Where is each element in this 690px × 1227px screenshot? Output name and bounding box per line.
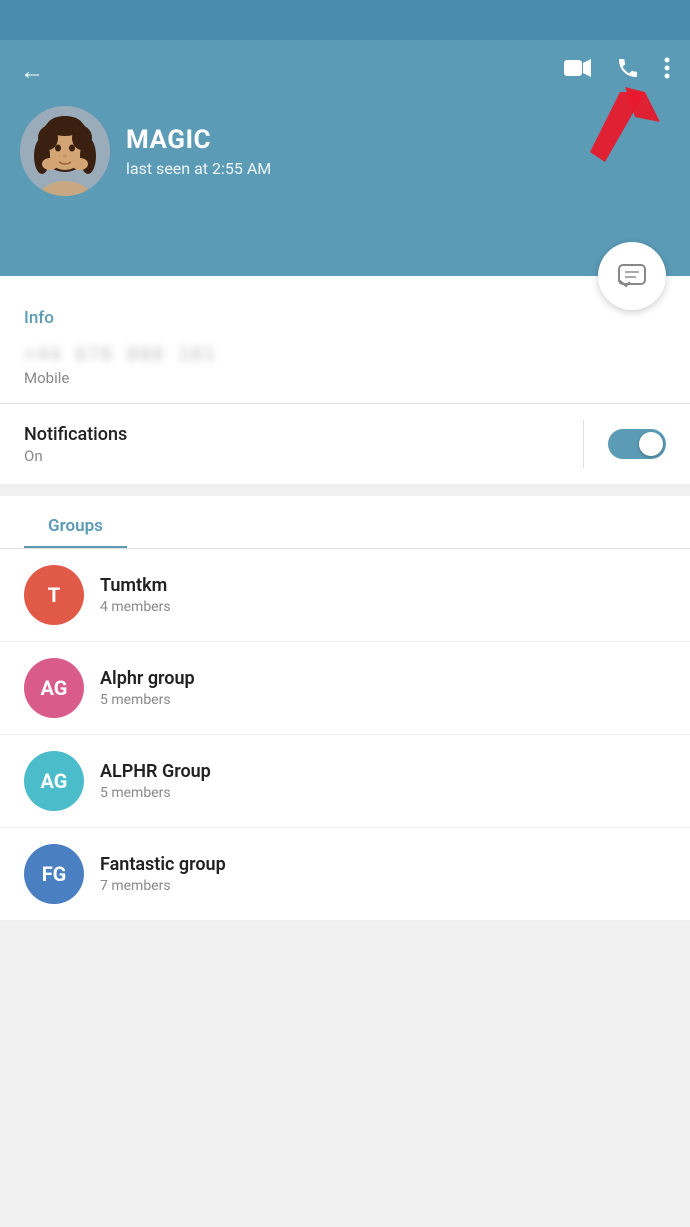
info-label: Info xyxy=(24,308,666,328)
group-members: 7 members xyxy=(100,878,666,894)
notifications-left: Notifications On xyxy=(24,424,583,465)
profile-info: MAGIC last seen at 2:55 AM xyxy=(126,125,670,178)
groups-section: Groups T Tumtkm 4 members AG Alphr group… xyxy=(0,496,690,921)
phone-number: +44 676 808 181 xyxy=(24,344,666,365)
more-options-icon[interactable] xyxy=(664,56,670,86)
group-name: Alphr group xyxy=(100,668,666,689)
group-info: Alphr group 5 members xyxy=(100,668,666,708)
section-divider xyxy=(0,484,690,496)
group-members: 5 members xyxy=(100,692,666,708)
message-fab[interactable] xyxy=(598,242,666,310)
content: Info +44 676 808 181 Mobile Notification… xyxy=(0,276,690,921)
group-avatar: T xyxy=(24,565,84,625)
group-item[interactable]: T Tumtkm 4 members xyxy=(0,549,690,642)
video-call-icon[interactable] xyxy=(564,57,592,85)
profile-status: last seen at 2:55 AM xyxy=(126,159,670,178)
group-avatar: FG xyxy=(24,844,84,904)
back-button[interactable]: ← xyxy=(20,57,44,86)
profile-name: MAGIC xyxy=(126,125,670,155)
group-avatar: AG xyxy=(24,751,84,811)
groups-list: T Tumtkm 4 members AG Alphr group 5 memb… xyxy=(0,549,690,921)
group-item[interactable]: AG ALPHR Group 5 members xyxy=(0,735,690,828)
group-name: Tumtkm xyxy=(100,575,666,596)
notifications-title: Notifications xyxy=(24,424,583,445)
groups-label: Groups xyxy=(48,516,103,546)
status-bar xyxy=(0,0,690,40)
profile-section: MAGIC last seen at 2:55 AM xyxy=(20,106,670,196)
header-top: ← xyxy=(20,56,670,86)
group-info: ALPHR Group 5 members xyxy=(100,761,666,801)
group-item[interactable]: FG Fantastic group 7 members xyxy=(0,828,690,921)
group-item[interactable]: AG Alphr group 5 members xyxy=(0,642,690,735)
phone-call-icon[interactable] xyxy=(616,56,640,86)
group-members: 4 members xyxy=(100,599,666,615)
group-info: Fantastic group 7 members xyxy=(100,854,666,894)
notifications-row: Notifications On xyxy=(0,404,690,484)
avatar xyxy=(20,106,110,196)
group-avatar: AG xyxy=(24,658,84,718)
groups-header: Groups xyxy=(24,496,127,548)
toggle-circle xyxy=(639,432,663,456)
phone-type: Mobile xyxy=(24,369,666,387)
group-name: ALPHR Group xyxy=(100,761,666,782)
notifications-status: On xyxy=(24,447,583,465)
group-info: Tumtkm 4 members xyxy=(100,575,666,615)
notifications-right xyxy=(583,420,666,468)
header-icons xyxy=(564,56,670,86)
groups-tab-container: Groups xyxy=(0,496,690,549)
header-left: ← xyxy=(20,57,44,86)
header: ← xyxy=(0,40,690,276)
info-section: Info +44 676 808 181 Mobile xyxy=(0,292,690,387)
notifications-toggle[interactable] xyxy=(608,429,666,459)
vertical-divider xyxy=(583,420,584,468)
group-name: Fantastic group xyxy=(100,854,666,875)
group-members: 5 members xyxy=(100,785,666,801)
